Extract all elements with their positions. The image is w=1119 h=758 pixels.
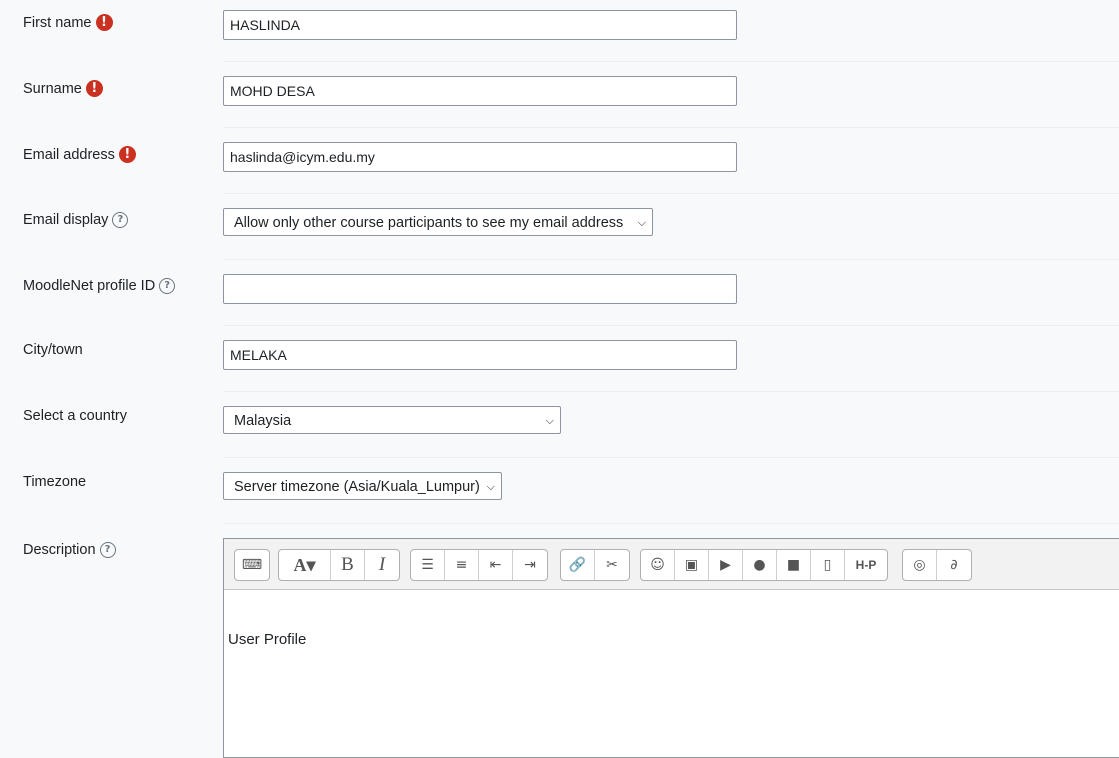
divider	[223, 325, 1119, 326]
italic-icon[interactable]: I	[365, 550, 399, 580]
divider	[223, 523, 1119, 524]
toolbar-group: 🔗 ✂	[560, 549, 630, 581]
image-icon[interactable]: ▣	[675, 550, 709, 580]
country-select[interactable]: Malaysia ⌵	[223, 406, 561, 434]
email-display-label: Email display	[23, 212, 109, 228]
first-name-row: First name ! HASLINDA	[0, 0, 1119, 66]
timezone-row: Timezone Server timezone (Asia/Kuala_Lum…	[0, 462, 1119, 528]
country-value: Malaysia	[234, 413, 292, 429]
required-icon: !	[85, 80, 103, 97]
bullet-list-icon[interactable]: ☰	[411, 550, 445, 580]
editor-content[interactable]: User Profile	[228, 631, 306, 648]
surname-row: Surname ! MOHD DESA	[0, 66, 1119, 132]
chevron-down-icon: ⌵	[545, 415, 554, 427]
surname-input[interactable]: MOHD DESA	[223, 76, 737, 106]
help-icon[interactable]: ?	[112, 212, 129, 228]
indent-icon[interactable]: ⇥	[513, 550, 547, 580]
toolbar-toggle-icon[interactable]: ⌨	[235, 550, 269, 580]
h5p-icon[interactable]: H-P	[845, 550, 887, 580]
divider	[223, 127, 1119, 128]
toolbar-group: ☰ ≡ ⇤ ⇥	[410, 549, 548, 581]
email-display-row: Email display ? Allow only other course …	[0, 198, 1119, 264]
record-video-icon[interactable]: ■	[777, 550, 811, 580]
font-style-icon[interactable]: A▾	[279, 550, 331, 580]
media-icon[interactable]: ▶	[709, 550, 743, 580]
city-input[interactable]: MELAKA	[223, 340, 737, 370]
divider	[223, 193, 1119, 194]
description-label-wrap: Description ?	[23, 542, 116, 558]
email-display-value: Allow only other course participants to …	[234, 215, 624, 231]
email-row: Email address ! haslinda@icym.edu.my	[0, 132, 1119, 198]
toolbar-group: A▾ B I	[278, 549, 400, 581]
divider	[223, 61, 1119, 62]
chevron-down-icon: ⌵	[486, 481, 495, 493]
divider	[223, 259, 1119, 260]
numbered-list-icon[interactable]: ≡	[445, 550, 479, 580]
link-icon[interactable]: 🔗	[561, 550, 595, 580]
description-editor[interactable]: ⌨ A▾ B I ☰ ≡ ⇤ ⇥ 🔗 ✂ ☺ ▣ ▶ ● ■ ▯ H-P ◎ ∂	[223, 538, 1119, 758]
required-icon: !	[118, 146, 136, 163]
first-name-input[interactable]: HASLINDA	[223, 10, 737, 40]
email-label: Email address	[23, 146, 115, 163]
timezone-label: Timezone	[23, 474, 87, 490]
record-audio-icon[interactable]: ●	[743, 550, 777, 580]
emoji-icon[interactable]: ☺	[641, 550, 675, 580]
chevron-down-icon: ⌵	[637, 217, 646, 229]
email-display-label-wrap: Email display ?	[23, 212, 129, 228]
outdent-icon[interactable]: ⇤	[479, 550, 513, 580]
first-name-label-wrap: First name !	[23, 14, 113, 31]
city-label: City/town	[23, 342, 83, 358]
accessibility-checker-icon[interactable]: ◎	[903, 550, 937, 580]
country-label-wrap: Select a country	[23, 408, 127, 424]
unlink-icon[interactable]: ✂	[595, 550, 629, 580]
email-input[interactable]: haslinda@icym.edu.my	[223, 142, 737, 172]
manage-files-icon[interactable]: ▯	[811, 550, 845, 580]
timezone-label-wrap: Timezone	[23, 474, 86, 490]
city-label-wrap: City/town	[23, 342, 83, 358]
timezone-value: Server timezone (Asia/Kuala_Lumpur)	[234, 479, 480, 495]
divider	[223, 457, 1119, 458]
editor-toolbar: ⌨ A▾ B I ☰ ≡ ⇤ ⇥ 🔗 ✂ ☺ ▣ ▶ ● ■ ▯ H-P ◎ ∂	[224, 539, 1119, 590]
screenreader-helper-icon[interactable]: ∂	[937, 550, 971, 580]
bold-icon[interactable]: B	[331, 550, 365, 580]
moodlenet-label: MoodleNet profile ID	[23, 278, 156, 294]
help-icon[interactable]: ?	[99, 542, 116, 558]
moodlenet-input[interactable]	[223, 274, 737, 304]
toolbar-group: ⌨	[234, 549, 270, 581]
city-row: City/town MELAKA	[0, 330, 1119, 396]
surname-label: Surname	[23, 80, 82, 97]
surname-label-wrap: Surname !	[23, 80, 103, 97]
required-icon: !	[95, 14, 113, 31]
toolbar-group: ☺ ▣ ▶ ● ■ ▯ H-P	[640, 549, 888, 581]
first-name-label: First name	[23, 14, 92, 31]
help-icon[interactable]: ?	[159, 278, 176, 294]
toolbar-group: ◎ ∂	[902, 549, 972, 581]
divider	[223, 391, 1119, 392]
country-label: Select a country	[23, 408, 127, 424]
description-label: Description	[23, 542, 96, 558]
timezone-select[interactable]: Server timezone (Asia/Kuala_Lumpur) ⌵	[223, 472, 502, 500]
country-row: Select a country Malaysia ⌵	[0, 396, 1119, 462]
email-label-wrap: Email address !	[23, 146, 136, 163]
email-display-select[interactable]: Allow only other course participants to …	[223, 208, 653, 236]
moodlenet-label-wrap: MoodleNet profile ID ?	[23, 278, 176, 294]
moodlenet-row: MoodleNet profile ID ?	[0, 264, 1119, 330]
